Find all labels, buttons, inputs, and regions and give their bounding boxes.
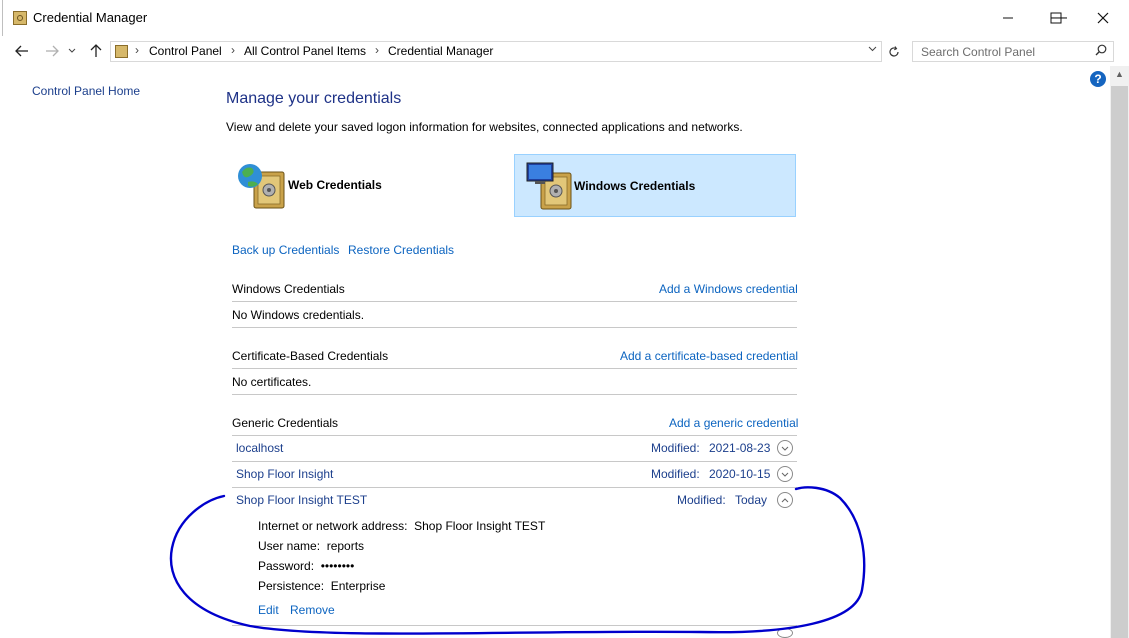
hand-drawn-annotation	[169, 486, 866, 635]
